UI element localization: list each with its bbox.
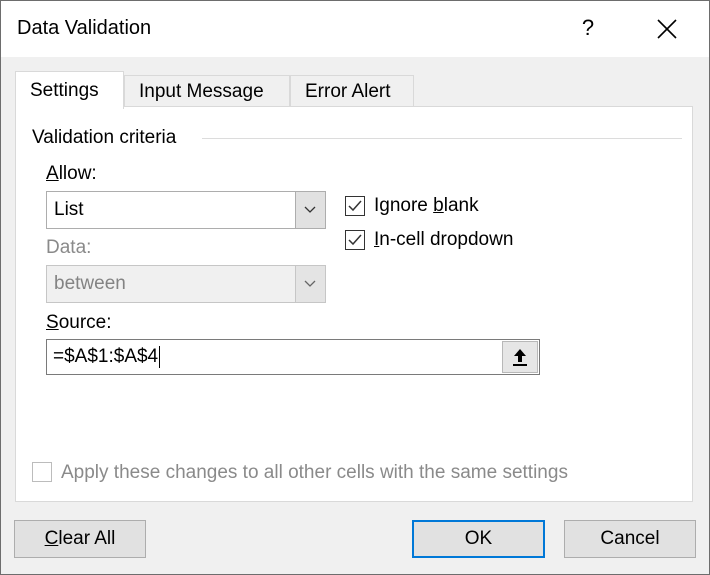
settings-panel: Validation criteria Allow: List Data: be…	[15, 106, 693, 502]
text-caret	[159, 346, 161, 368]
in-cell-dropdown-checkbox[interactable]	[345, 230, 365, 250]
ignore-blank-text: Ignore	[374, 195, 434, 216]
help-button[interactable]: ?	[573, 13, 603, 43]
data-label: Data:	[46, 237, 92, 258]
ignore-blank-checkbox[interactable]	[345, 196, 365, 216]
source-accesskey: S	[46, 312, 59, 333]
group-divider	[202, 138, 682, 139]
allow-dropdown-arrow[interactable]	[295, 192, 325, 228]
close-button[interactable]	[651, 13, 683, 45]
close-icon	[657, 19, 677, 39]
allow-label: Allow:	[46, 163, 97, 185]
apply-all-checkbox	[32, 462, 52, 482]
collapse-dialog-button[interactable]	[502, 341, 538, 373]
tab-input-message[interactable]: Input Message	[124, 75, 290, 107]
cancel-button[interactable]: Cancel	[564, 520, 696, 558]
title-bar: Data Validation ?	[1, 1, 709, 57]
in-cell-dropdown-label[interactable]: In-cell dropdown	[374, 229, 513, 251]
in-cell-text: n-cell dropdown	[379, 229, 514, 250]
allow-accesskey: A	[46, 163, 59, 184]
clear-all-text: lear All	[58, 528, 116, 549]
checkmark-icon	[348, 234, 362, 246]
dialog-title: Data Validation	[17, 17, 152, 39]
clear-all-accesskey: C	[44, 528, 59, 549]
ignore-blank-accesskey: b	[433, 195, 444, 216]
clear-all-button[interactable]: Clear All	[14, 520, 146, 558]
allow-select[interactable]: List	[46, 191, 326, 229]
source-label: Source:	[46, 312, 112, 334]
chevron-down-icon	[304, 280, 316, 287]
source-input[interactable]: =$A$1:$A$4	[46, 339, 540, 375]
data-select-value: between	[54, 273, 126, 294]
source-label-text: ource:	[58, 312, 112, 333]
ignore-blank-label[interactable]: Ignore blank	[374, 195, 479, 217]
source-value-text: =$A$1:$A$4	[53, 346, 159, 368]
validation-criteria-label: Validation criteria	[32, 127, 185, 149]
arrow-up-icon	[513, 349, 527, 366]
data-dropdown-arrow	[295, 266, 325, 302]
data-validation-dialog: Data Validation ? Settings Input Message…	[0, 0, 710, 575]
tab-error-alert[interactable]: Error Alert	[290, 75, 414, 107]
apply-all-label: Apply these changes to all other cells w…	[61, 462, 568, 483]
ok-button[interactable]: OK	[412, 520, 545, 558]
checkmark-icon	[348, 200, 362, 212]
tab-settings[interactable]: Settings	[15, 71, 124, 109]
allow-select-value: List	[54, 199, 84, 220]
allow-label-text: llow:	[58, 163, 97, 184]
source-input-value: =$A$1:$A$4	[53, 346, 161, 368]
data-select: between	[46, 265, 326, 303]
chevron-down-icon	[304, 206, 316, 213]
ignore-blank-text-rest: lank	[443, 195, 479, 216]
